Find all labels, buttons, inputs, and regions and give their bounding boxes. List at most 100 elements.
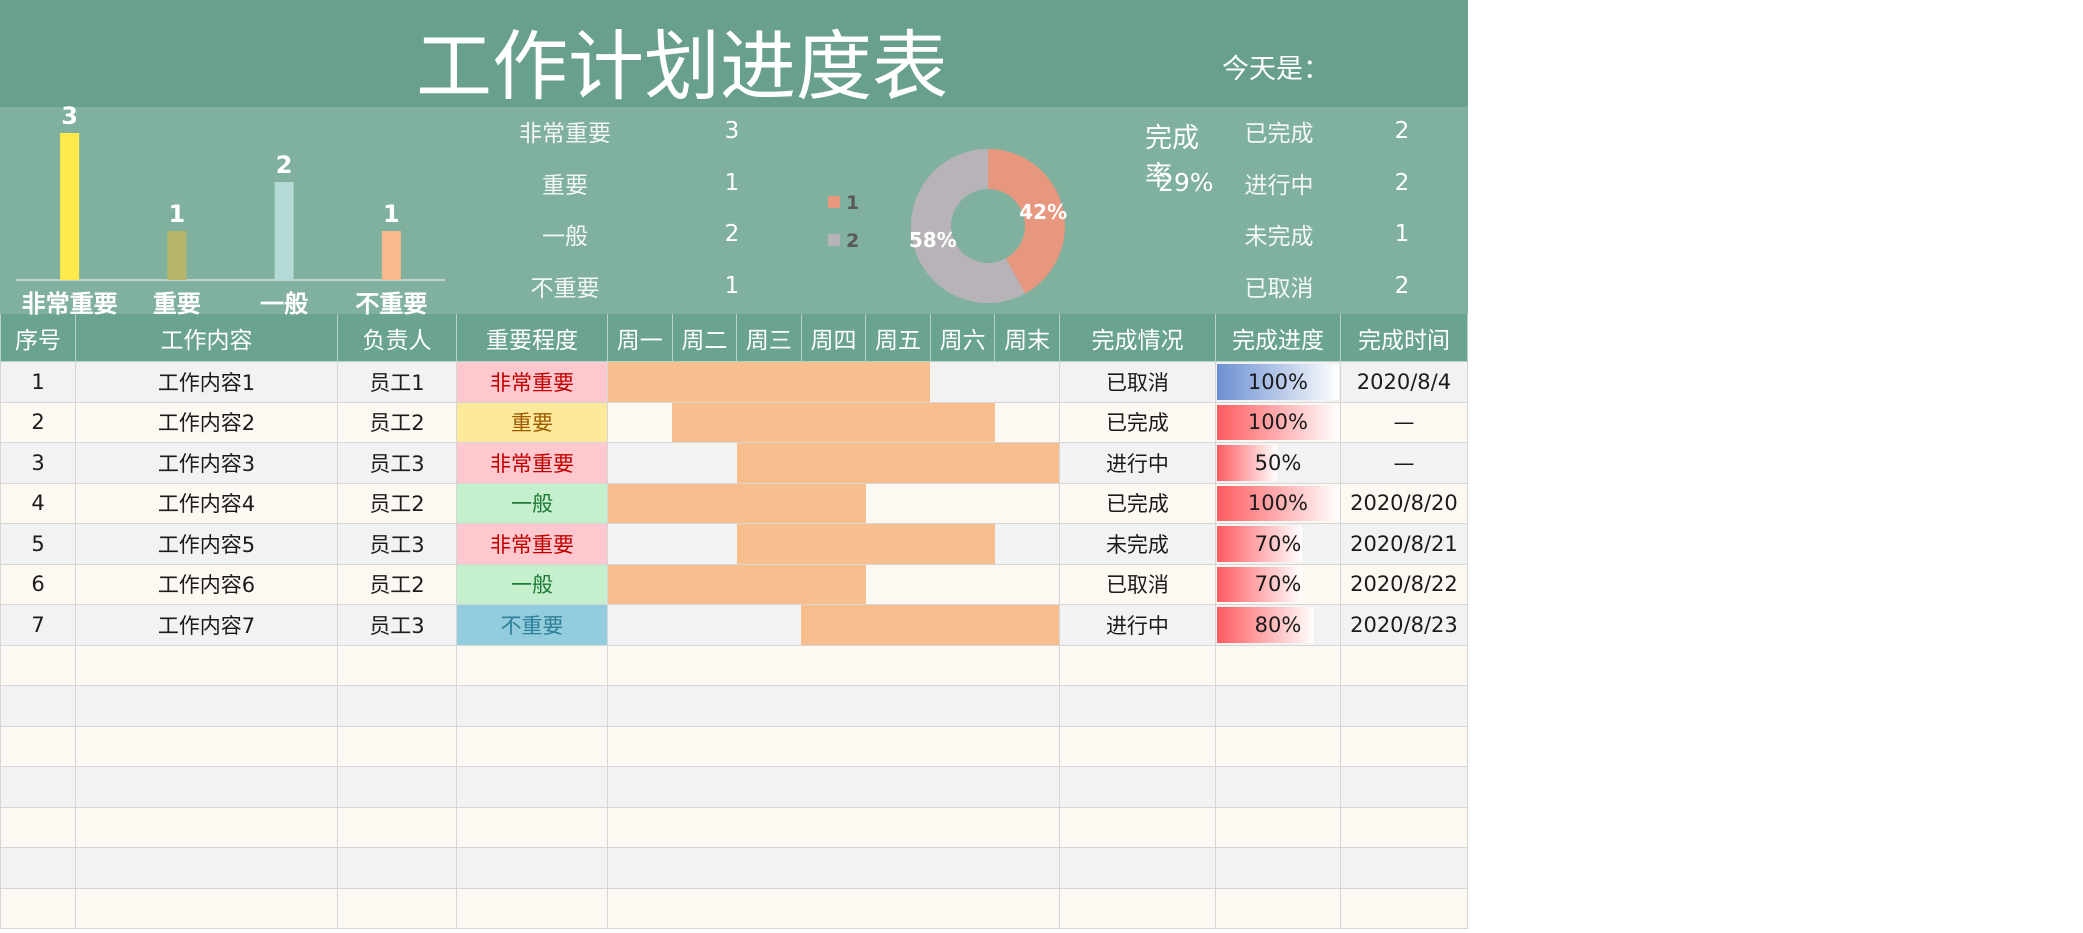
header-status[interactable]: 完成情况 [1059, 314, 1216, 362]
status-cell[interactable]: 进行中 [1059, 605, 1216, 646]
row-index-cell[interactable]: 5 [0, 524, 76, 565]
header-task[interactable]: 工作内容 [76, 314, 338, 362]
empty-cell[interactable] [76, 848, 338, 889]
empty-cell[interactable] [0, 645, 76, 686]
gantt-cell[interactable] [608, 443, 1060, 484]
importance-cell[interactable]: 不重要 [457, 605, 608, 646]
status-cell[interactable]: 已完成 [1059, 483, 1216, 524]
empty-cell[interactable] [1340, 807, 1468, 848]
task-cell[interactable]: 工作内容1 [76, 362, 338, 403]
empty-cell[interactable] [608, 807, 1060, 848]
header-day-wed[interactable]: 周三 [737, 314, 802, 362]
empty-cell[interactable] [1059, 807, 1216, 848]
importance-cell[interactable]: 非常重要 [457, 443, 608, 484]
empty-cell[interactable] [1340, 686, 1468, 727]
header-owner[interactable]: 负责人 [338, 314, 457, 362]
empty-cell[interactable] [1215, 645, 1341, 686]
empty-cell[interactable] [1059, 686, 1216, 727]
empty-cell[interactable] [1215, 767, 1341, 808]
done-date-cell[interactable]: 2020/8/23 [1340, 605, 1468, 646]
empty-cell[interactable] [1340, 726, 1468, 767]
empty-cell[interactable] [457, 686, 608, 727]
empty-cell[interactable] [608, 888, 1060, 929]
header-day-thu[interactable]: 周四 [801, 314, 867, 362]
header-day-sun[interactable]: 周末 [995, 314, 1060, 362]
importance-cell[interactable]: 一般 [457, 483, 608, 524]
empty-cell[interactable] [457, 767, 608, 808]
header-done-date[interactable]: 完成时间 [1340, 314, 1468, 362]
header-day-fri[interactable]: 周五 [866, 314, 931, 362]
empty-cell[interactable] [608, 726, 1060, 767]
owner-cell[interactable]: 员工3 [338, 443, 457, 484]
empty-cell[interactable] [457, 726, 608, 767]
task-cell[interactable]: 工作内容5 [76, 524, 338, 565]
empty-cell[interactable] [608, 767, 1060, 808]
gantt-cell[interactable] [608, 564, 1060, 605]
owner-cell[interactable]: 员工2 [338, 564, 457, 605]
owner-cell[interactable]: 员工1 [338, 362, 457, 403]
header-day-sat[interactable]: 周六 [930, 314, 996, 362]
status-cell[interactable]: 已完成 [1059, 402, 1216, 443]
empty-cell[interactable] [457, 645, 608, 686]
empty-cell[interactable] [1215, 807, 1341, 848]
status-cell[interactable]: 已取消 [1059, 564, 1216, 605]
empty-cell[interactable] [76, 807, 338, 848]
done-date-cell[interactable]: — [1340, 402, 1468, 443]
empty-cell[interactable] [1059, 767, 1216, 808]
empty-cell[interactable] [338, 645, 457, 686]
empty-cell[interactable] [0, 888, 76, 929]
empty-cell[interactable] [1340, 888, 1468, 929]
progress-cell[interactable]: 100% [1215, 483, 1341, 524]
progress-cell[interactable]: 70% [1215, 564, 1341, 605]
row-index-cell[interactable]: 7 [0, 605, 76, 646]
empty-cell[interactable] [76, 888, 338, 929]
empty-cell[interactable] [338, 848, 457, 889]
importance-cell[interactable]: 重要 [457, 402, 608, 443]
empty-cell[interactable] [608, 645, 1060, 686]
empty-cell[interactable] [1059, 888, 1216, 929]
row-index-cell[interactable]: 3 [0, 443, 76, 484]
header-progress[interactable]: 完成进度 [1215, 314, 1341, 362]
empty-cell[interactable] [338, 767, 457, 808]
empty-cell[interactable] [608, 848, 1060, 889]
gantt-cell[interactable] [608, 402, 1060, 443]
empty-cell[interactable] [338, 726, 457, 767]
empty-cell[interactable] [0, 767, 76, 808]
owner-cell[interactable]: 员工2 [338, 483, 457, 524]
owner-cell[interactable]: 员工3 [338, 524, 457, 565]
header-importance[interactable]: 重要程度 [457, 314, 608, 362]
task-cell[interactable]: 工作内容3 [76, 443, 338, 484]
empty-cell[interactable] [0, 848, 76, 889]
empty-cell[interactable] [338, 888, 457, 929]
header-index[interactable]: 序号 [0, 314, 76, 362]
header-day-tue[interactable]: 周二 [672, 314, 738, 362]
empty-cell[interactable] [338, 686, 457, 727]
progress-cell[interactable]: 70% [1215, 524, 1341, 565]
empty-cell[interactable] [608, 686, 1060, 727]
empty-cell[interactable] [76, 645, 338, 686]
owner-cell[interactable]: 员工3 [338, 605, 457, 646]
status-cell[interactable]: 未完成 [1059, 524, 1216, 565]
progress-cell[interactable]: 100% [1215, 402, 1341, 443]
gantt-cell[interactable] [608, 362, 1060, 403]
row-index-cell[interactable]: 6 [0, 564, 76, 605]
empty-cell[interactable] [338, 807, 457, 848]
done-date-cell[interactable]: — [1340, 443, 1468, 484]
header-day-mon[interactable]: 周一 [608, 314, 673, 362]
row-index-cell[interactable]: 1 [0, 362, 76, 403]
empty-cell[interactable] [457, 848, 608, 889]
done-date-cell[interactable]: 2020/8/20 [1340, 483, 1468, 524]
empty-cell[interactable] [1059, 848, 1216, 889]
row-index-cell[interactable]: 4 [0, 483, 76, 524]
task-cell[interactable]: 工作内容4 [76, 483, 338, 524]
owner-cell[interactable]: 员工2 [338, 402, 457, 443]
gantt-cell[interactable] [608, 605, 1060, 646]
empty-cell[interactable] [1340, 645, 1468, 686]
importance-cell[interactable]: 非常重要 [457, 362, 608, 403]
importance-cell[interactable]: 一般 [457, 564, 608, 605]
gantt-cell[interactable] [608, 524, 1060, 565]
done-date-cell[interactable]: 2020/8/22 [1340, 564, 1468, 605]
empty-cell[interactable] [1215, 726, 1341, 767]
empty-cell[interactable] [76, 767, 338, 808]
task-cell[interactable]: 工作内容6 [76, 564, 338, 605]
